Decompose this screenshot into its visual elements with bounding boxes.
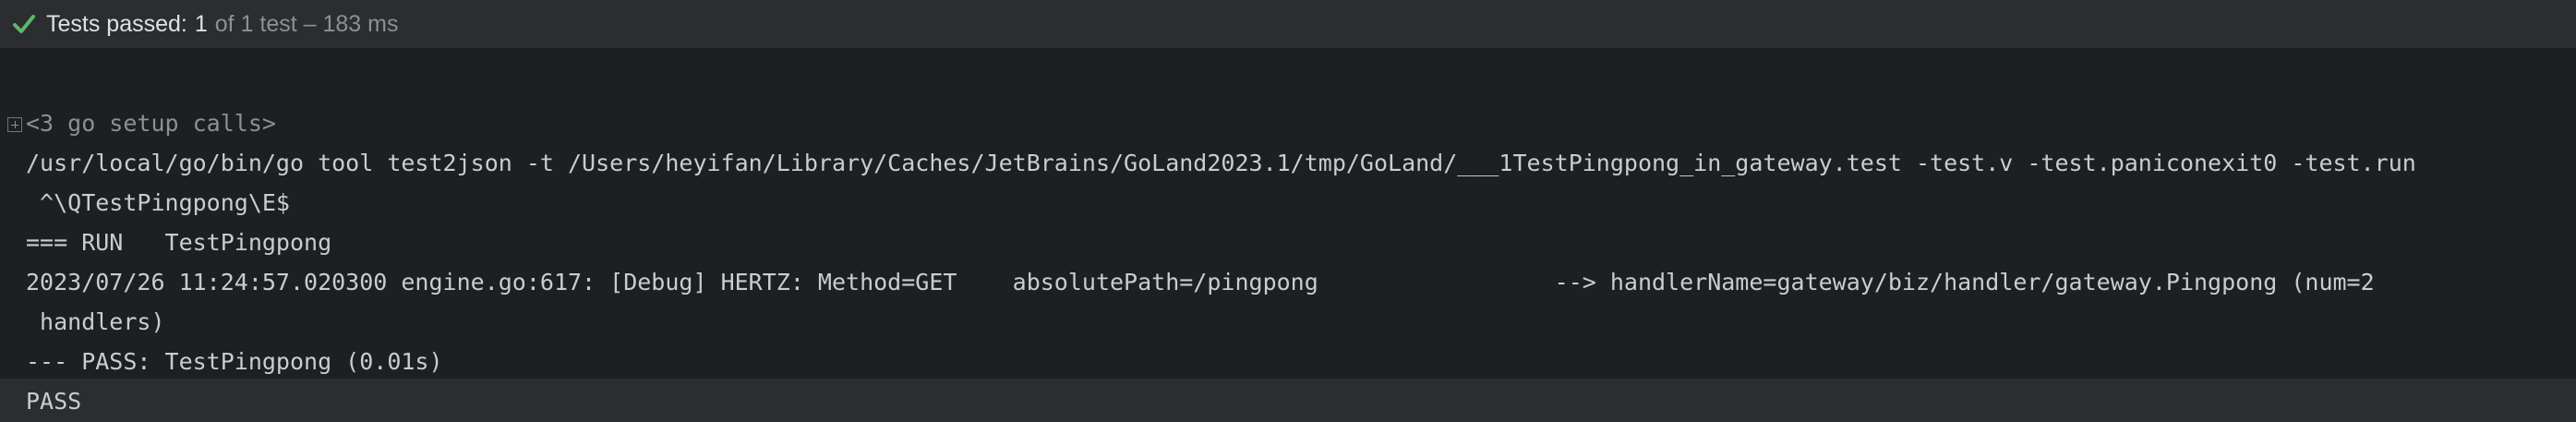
console-line: /usr/local/go/bin/go tool test2json -t /…: [26, 150, 2416, 176]
status-detail: of 1 test – 183 ms: [214, 10, 399, 37]
console-line: ^\QTestPingpong\E$: [26, 189, 290, 216]
folded-setup-calls[interactable]: <3 go setup calls>: [26, 103, 276, 144]
expand-fold-icon[interactable]: [7, 117, 22, 132]
console-line: 2023/07/26 11:24:57.020300 engine.go:617…: [26, 269, 2375, 295]
test-status-bar: Tests passed: 1 of 1 test – 183 ms: [0, 0, 2576, 50]
passed-count: 1: [194, 10, 208, 37]
console-output[interactable]: <3 go setup calls> /usr/local/go/bin/go …: [0, 50, 2576, 415]
checkmark-icon: [13, 15, 35, 33]
console-line: === RUN TestPingpong: [26, 229, 332, 256]
console-line: PASS: [26, 388, 82, 415]
console-line: handlers): [26, 308, 165, 335]
status-label: Tests passed:: [46, 10, 187, 37]
console-line: --- PASS: TestPingpong (0.01s): [26, 348, 443, 375]
